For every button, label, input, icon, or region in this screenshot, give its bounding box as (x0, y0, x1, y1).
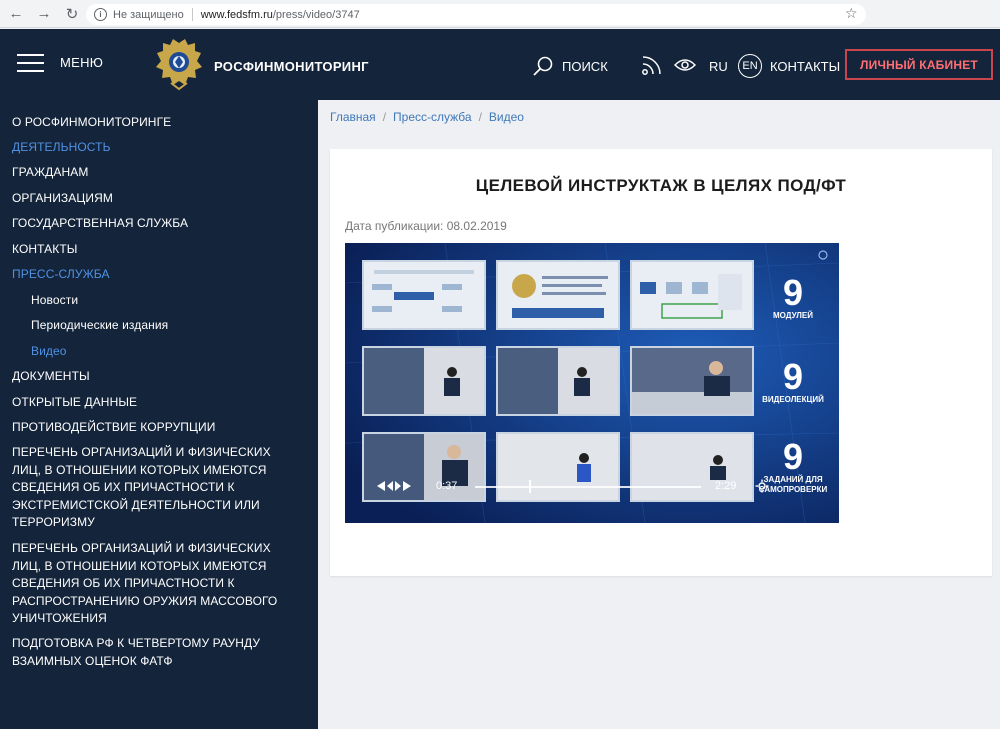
address-bar[interactable]: i Не защищено www.fedsfm.ru/press/video/… (86, 4, 866, 25)
lecture-thumbnail (630, 346, 754, 416)
url-host: www.fedsfm.ru (200, 8, 273, 21)
url-path: /press/video/3747 (272, 8, 360, 21)
sidebar-item-fatf[interactable]: ПОДГОТОВКА РФ К ЧЕТВЕРТОМУ РАУНДУ ВЗАИМН… (12, 635, 302, 670)
article-card: ЦЕЛЕВОЙ ИНСТРУКТАЖ В ЦЕЛЯХ ПОД/ФТ Дата п… (330, 149, 992, 576)
sidebar-item-open-data[interactable]: ОТКРЫТЫЕ ДАННЫЕ (12, 394, 302, 412)
stat-lectures: 9 ВИДЕОЛЕКЦИЙ (753, 359, 833, 405)
search-label: ПОИСК (562, 58, 608, 74)
page-title: ЦЕЛЕВОЙ ИНСТРУКТАЖ В ЦЕЛЯХ ПОД/ФТ (475, 176, 847, 195)
rewind-forward-icon[interactable] (375, 479, 413, 493)
settings-gear-icon[interactable] (755, 479, 769, 493)
sidebar-item-wmd-list[interactable]: ПЕРЕЧЕНЬ ОРГАНИЗАЦИЙ И ФИЗИЧЕСКИХ ЛИЦ, В… (12, 540, 302, 628)
breadcrumb-video[interactable]: Видео (489, 110, 524, 124)
slide-thumbnail (362, 260, 486, 330)
lecture-thumbnail (362, 346, 486, 416)
omnibox-divider (191, 8, 193, 21)
brand-name[interactable]: РОСФИНМОНИТОРИНГ (214, 59, 369, 74)
browser-toolbar: ← → ↻ i Не защищено www.fedsfm.ru/press/… (0, 0, 1000, 28)
video-current-time: 0:37 (436, 480, 458, 492)
sidebar-item-documents[interactable]: ДОКУМЕНТЫ (12, 368, 302, 386)
stat-number: 9 (782, 436, 804, 477)
contacts-link[interactable]: КОНТАКТЫ (770, 59, 840, 74)
back-icon[interactable]: ← (4, 2, 28, 26)
sidebar-subitem-periodicals[interactable]: Периодические издания (31, 317, 321, 335)
lang-ru-link[interactable]: RU (709, 59, 728, 74)
sidebar-nav: О РОСФИНМОНИТОРИНГЕ ДЕЯТЕЛЬНОСТЬ ГРАЖДАН… (0, 100, 318, 729)
video-player[interactable]: 9 МОДУЛЕЙ 9 ВИДЕОЛЕКЦИЙ 9 ЗАДАНИЙ ДЛЯ СА… (345, 243, 839, 523)
sidebar-item-organizations[interactable]: ОРГАНИЗАЦИЯМ (12, 190, 302, 208)
search-icon (533, 56, 553, 76)
rss-icon[interactable] (641, 54, 663, 76)
video-duration: 2:29 (715, 480, 737, 492)
hamburger-menu-icon[interactable] (17, 54, 44, 72)
stat-number: 9 (782, 356, 804, 397)
sidebar-item-activity[interactable]: ДЕЯТЕЛЬНОСТЬ (12, 139, 302, 157)
stat-modules: 9 МОДУЛЕЙ (753, 275, 833, 321)
stat-number: 9 (782, 272, 804, 313)
sidebar-item-contacts[interactable]: КОНТАКТЫ (12, 241, 302, 259)
video-progress-handle[interactable] (529, 480, 532, 493)
breadcrumb-home[interactable]: Главная (330, 110, 376, 124)
sidebar-item-civil-service[interactable]: ГОСУДАРСТВЕННАЯ СЛУЖБА (12, 215, 302, 233)
video-controls: 0:37 2:29 (345, 475, 839, 497)
lang-en-button[interactable]: EN (738, 54, 762, 78)
slide-thumbnail (630, 260, 754, 330)
accessibility-eye-icon[interactable] (674, 57, 696, 73)
breadcrumb-separator: / (382, 110, 387, 124)
breadcrumb-separator: / (478, 110, 482, 124)
info-icon[interactable]: i (94, 8, 107, 21)
sidebar-item-press[interactable]: ПРЕСС-СЛУЖБА (12, 266, 302, 284)
video-progress-track[interactable] (475, 486, 701, 488)
sidebar-subitem-video[interactable]: Видео (31, 343, 321, 361)
menu-button[interactable]: МЕНЮ (60, 55, 103, 70)
sidebar-item-citizens[interactable]: ГРАЖДАНАМ (12, 164, 302, 182)
sidebar-item-about[interactable]: О РОСФИНМОНИТОРИНГЕ (12, 114, 302, 132)
forward-icon[interactable]: → (32, 2, 56, 26)
personal-cabinet-button[interactable]: ЛИЧНЫЙ КАБИНЕТ (845, 49, 993, 80)
emblem-logo-icon[interactable] (153, 37, 205, 91)
stat-label: МОДУЛЕЙ (773, 311, 813, 320)
search-button[interactable]: ПОИСК (532, 55, 608, 77)
stat-label: ВИДЕОЛЕКЦИЙ (762, 395, 824, 404)
sidebar-item-anticorruption[interactable]: ПРОТИВОДЕЙСТВИЕ КОРРУПЦИИ (12, 419, 302, 437)
breadcrumb: Главная / Пресс-служба / Видео (330, 110, 524, 124)
security-label: Не защищено (113, 8, 184, 21)
sidebar-item-terrorist-list[interactable]: ПЕРЕЧЕНЬ ОРГАНИЗАЦИЙ И ФИЗИЧЕСКИХ ЛИЦ, В… (12, 444, 302, 532)
site-header: МЕНЮ РОСФИНМОНИТОРИНГ ПОИСК RU EN КОНТАК… (0, 29, 1000, 100)
reload-icon[interactable]: ↻ (60, 2, 84, 26)
sidebar-subitem-news[interactable]: Новости (31, 292, 321, 310)
lecture-thumbnail (496, 346, 620, 416)
bookmark-star-icon[interactable]: ☆ (845, 5, 858, 22)
breadcrumb-press[interactable]: Пресс-служба (393, 110, 472, 124)
publication-date: Дата публикации: 08.02.2019 (345, 219, 507, 233)
slide-thumbnail (496, 260, 620, 330)
